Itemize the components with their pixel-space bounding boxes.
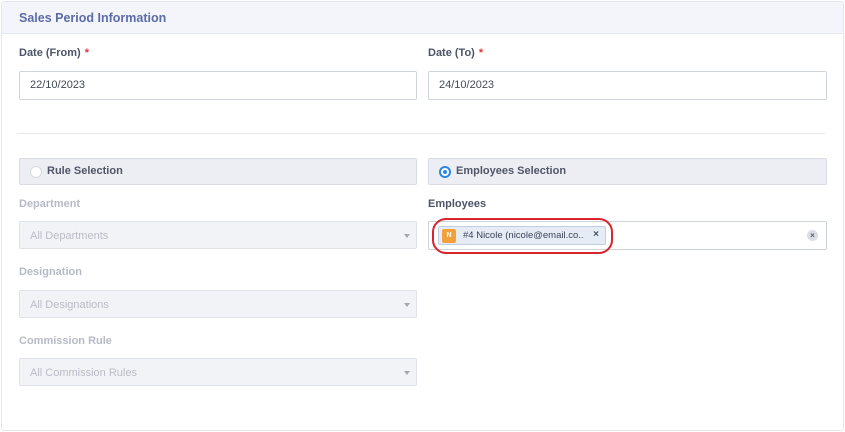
rule-selection-label: Rule Selection — [47, 165, 123, 177]
date-to-value: 24/10/2023 — [439, 79, 495, 91]
date-from-value: 22/10/2023 — [30, 79, 86, 91]
designation-placeholder: All Designations — [30, 299, 109, 311]
commission-rule-label: Commission Rule — [19, 335, 112, 347]
employee-chip: N #4 Nicole (nicole@email.co... × — [438, 226, 606, 245]
commission-rule-select[interactable]: All Commission Rules — [19, 358, 417, 386]
chevron-down-icon — [404, 234, 410, 238]
date-from-input[interactable]: 22/10/2023 — [19, 71, 417, 100]
employee-avatar: N — [442, 229, 456, 243]
chevron-down-icon — [404, 371, 410, 375]
date-to-input[interactable]: 24/10/2023 — [428, 71, 827, 100]
section-divider — [17, 133, 825, 134]
department-placeholder: All Departments — [30, 230, 109, 242]
date-to-label-text: Date (To) — [428, 47, 475, 59]
required-marker: * — [84, 47, 90, 59]
employees-selection-radio[interactable] — [439, 166, 451, 178]
panel-header: Sales Period Information — [2, 2, 843, 34]
date-to-label: Date (To) * — [428, 47, 483, 59]
chevron-down-icon — [404, 303, 410, 307]
date-from-label-text: Date (From) — [19, 47, 81, 59]
department-label: Department — [19, 198, 81, 210]
chip-remove-icon[interactable]: × — [593, 229, 599, 240]
department-select[interactable]: All Departments — [19, 221, 417, 249]
employees-selection-label: Employees Selection — [456, 165, 567, 177]
employees-selection-option[interactable]: Employees Selection — [428, 158, 827, 185]
employee-chip-label: #4 Nicole (nicole@email.co... — [463, 230, 583, 241]
designation-select[interactable]: All Designations — [19, 290, 417, 318]
employees-multiselect[interactable]: N #4 Nicole (nicole@email.co... × × — [428, 221, 827, 250]
required-marker: * — [478, 47, 484, 59]
rule-selection-option[interactable]: Rule Selection — [19, 158, 417, 185]
panel-title: Sales Period Information — [19, 11, 167, 25]
designation-label: Designation — [19, 266, 82, 278]
commission-rule-placeholder: All Commission Rules — [30, 367, 137, 379]
rule-selection-radio[interactable] — [30, 166, 42, 178]
employees-label: Employees — [428, 198, 487, 210]
date-from-label: Date (From) * — [19, 47, 89, 59]
clear-selection-icon[interactable]: × — [807, 230, 818, 241]
